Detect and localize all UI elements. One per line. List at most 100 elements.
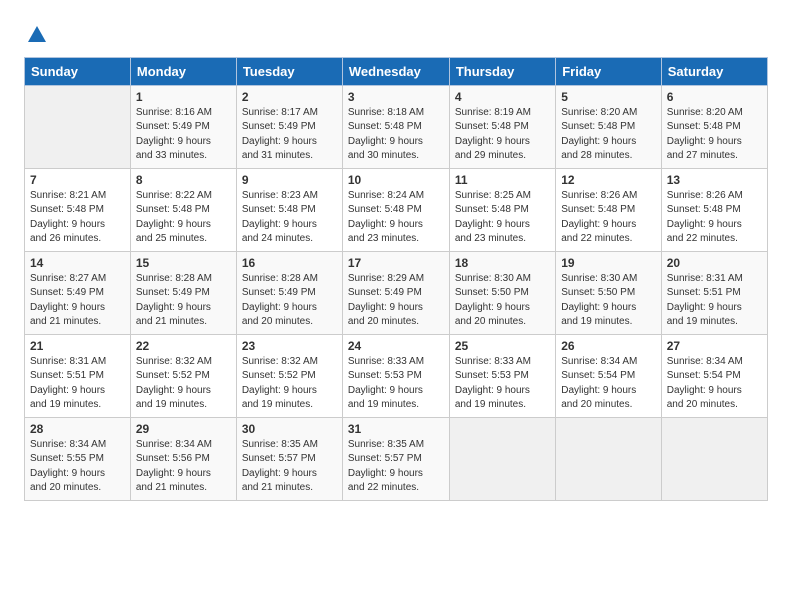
day-number: 2 xyxy=(242,90,337,104)
day-number: 9 xyxy=(242,173,337,187)
weekday-header-tuesday: Tuesday xyxy=(236,57,342,85)
page: SundayMondayTuesdayWednesdayThursdayFrid… xyxy=(0,0,792,521)
day-number: 6 xyxy=(667,90,762,104)
day-info: Sunrise: 8:18 AMSunset: 5:48 PMDaylight:… xyxy=(348,106,444,164)
day-info: Sunrise: 8:28 AMSunset: 5:49 PMDaylight:… xyxy=(242,272,337,330)
day-number: 11 xyxy=(455,173,550,187)
day-info: Sunrise: 8:30 AMSunset: 5:50 PMDaylight:… xyxy=(561,272,656,330)
day-number: 23 xyxy=(242,339,337,353)
calendar-cell: 16Sunrise: 8:28 AMSunset: 5:49 PMDayligh… xyxy=(236,251,342,334)
day-info: Sunrise: 8:27 AMSunset: 5:49 PMDaylight:… xyxy=(30,272,125,330)
day-info: Sunrise: 8:34 AMSunset: 5:56 PMDaylight:… xyxy=(136,438,231,496)
calendar-cell: 6 Sunrise: 8:20 AMSunset: 5:48 PMDaylight… xyxy=(661,85,767,168)
day-number: 15 xyxy=(136,256,231,270)
calendar-cell: 5Sunrise: 8:20 AMSunset: 5:48 PMDaylight… xyxy=(556,85,662,168)
week-row-2: 14 Sunrise: 8:27 AMSunset: 5:49 PMDayligh… xyxy=(25,251,768,334)
day-number: 29 xyxy=(136,422,231,436)
day-info: Sunrise: 8:32 AMSunset: 5:52 PMDaylight:… xyxy=(136,355,231,413)
day-number: 31 xyxy=(348,422,444,436)
weekday-header-sunday: Sunday xyxy=(25,57,131,85)
calendar-cell: 4 Sunrise: 8:19 AMSunset: 5:48 PMDaylight… xyxy=(449,85,555,168)
calendar-cell: 28 Sunrise: 8:34 AMSunset: 5:55 PMDayligh… xyxy=(25,417,131,500)
day-info: Sunrise: 8:35 AMSunset: 5:57 PMDaylight:… xyxy=(348,438,444,496)
day-number: 28 xyxy=(30,422,125,436)
day-info: Sunrise: 8:34 AMSunset: 5:55 PMDaylight:… xyxy=(30,438,125,496)
day-number: 12 xyxy=(561,173,656,187)
day-info: Sunrise: 8:34 AMSunset: 5:54 PMDaylight:… xyxy=(667,355,762,413)
calendar-cell: 29 Sunrise: 8:34 AMSunset: 5:56 PMDayligh… xyxy=(130,417,236,500)
week-row-1: 7 Sunrise: 8:21 AMSunset: 5:48 PMDaylight… xyxy=(25,168,768,251)
day-info: Sunrise: 8:30 AMSunset: 5:50 PMDaylight:… xyxy=(455,272,550,330)
calendar-cell: 27 Sunrise: 8:34 AMSunset: 5:54 PMDayligh… xyxy=(661,334,767,417)
calendar-cell: 23Sunrise: 8:32 AMSunset: 5:52 PMDayligh… xyxy=(236,334,342,417)
calendar-cell: 20Sunrise: 8:31 AMSunset: 5:51 PMDayligh… xyxy=(661,251,767,334)
day-info: Sunrise: 8:23 AMSunset: 5:48 PMDaylight:… xyxy=(242,189,337,247)
day-number: 22 xyxy=(136,339,231,353)
weekday-header-friday: Friday xyxy=(556,57,662,85)
day-info: Sunrise: 8:22 AMSunset: 5:48 PMDaylight:… xyxy=(136,189,231,247)
day-info: Sunrise: 8:19 AMSunset: 5:48 PMDaylight:… xyxy=(455,106,550,164)
calendar-cell: 31 Sunrise: 8:35 AMSunset: 5:57 PMDayligh… xyxy=(342,417,449,500)
calendar-cell: 22 Sunrise: 8:32 AMSunset: 5:52 PMDayligh… xyxy=(130,334,236,417)
day-number: 30 xyxy=(242,422,337,436)
calendar-cell: 11 Sunrise: 8:25 AMSunset: 5:48 PMDayligh… xyxy=(449,168,555,251)
calendar-cell: 9 Sunrise: 8:23 AMSunset: 5:48 PMDaylight… xyxy=(236,168,342,251)
day-info: Sunrise: 8:33 AMSunset: 5:53 PMDaylight:… xyxy=(348,355,444,413)
day-number: 8 xyxy=(136,173,231,187)
weekday-header-monday: Monday xyxy=(130,57,236,85)
header xyxy=(24,20,768,51)
weekday-header-thursday: Thursday xyxy=(449,57,555,85)
day-number: 4 xyxy=(455,90,550,104)
calendar-cell: 24 Sunrise: 8:33 AMSunset: 5:53 PMDayligh… xyxy=(342,334,449,417)
logo xyxy=(24,24,48,51)
calendar-cell: 17Sunrise: 8:29 AMSunset: 5:49 PMDayligh… xyxy=(342,251,449,334)
day-number: 10 xyxy=(348,173,444,187)
day-info: Sunrise: 8:20 AMSunset: 5:48 PMDaylight:… xyxy=(667,106,762,164)
day-info: Sunrise: 8:24 AMSunset: 5:48 PMDaylight:… xyxy=(348,189,444,247)
day-info: Sunrise: 8:31 AMSunset: 5:51 PMDaylight:… xyxy=(30,355,125,413)
day-info: Sunrise: 8:33 AMSunset: 5:53 PMDaylight:… xyxy=(455,355,550,413)
day-info: Sunrise: 8:26 AMSunset: 5:48 PMDaylight:… xyxy=(667,189,762,247)
week-row-4: 28 Sunrise: 8:34 AMSunset: 5:55 PMDayligh… xyxy=(25,417,768,500)
day-number: 7 xyxy=(30,173,125,187)
calendar-cell: 12 Sunrise: 8:26 AMSunset: 5:48 PMDayligh… xyxy=(556,168,662,251)
day-number: 27 xyxy=(667,339,762,353)
calendar-cell xyxy=(25,85,131,168)
day-info: Sunrise: 8:26 AMSunset: 5:48 PMDaylight:… xyxy=(561,189,656,247)
day-number: 19 xyxy=(561,256,656,270)
weekday-header-row: SundayMondayTuesdayWednesdayThursdayFrid… xyxy=(25,57,768,85)
day-number: 17 xyxy=(348,256,444,270)
calendar-cell: 14 Sunrise: 8:27 AMSunset: 5:49 PMDayligh… xyxy=(25,251,131,334)
day-number: 14 xyxy=(30,256,125,270)
day-info: Sunrise: 8:20 AMSunset: 5:48 PMDaylight:… xyxy=(561,106,656,164)
calendar-cell xyxy=(449,417,555,500)
calendar-cell: 19 Sunrise: 8:30 AMSunset: 5:50 PMDayligh… xyxy=(556,251,662,334)
calendar-cell xyxy=(556,417,662,500)
weekday-header-saturday: Saturday xyxy=(661,57,767,85)
calendar-cell: 26Sunrise: 8:34 AMSunset: 5:54 PMDayligh… xyxy=(556,334,662,417)
calendar-cell: 18 Sunrise: 8:30 AMSunset: 5:50 PMDayligh… xyxy=(449,251,555,334)
calendar-cell: 30 Sunrise: 8:35 AMSunset: 5:57 PMDayligh… xyxy=(236,417,342,500)
calendar-table: SundayMondayTuesdayWednesdayThursdayFrid… xyxy=(24,57,768,501)
day-info: Sunrise: 8:17 AMSunset: 5:49 PMDaylight:… xyxy=(242,106,337,164)
calendar-cell: 15 Sunrise: 8:28 AMSunset: 5:49 PMDayligh… xyxy=(130,251,236,334)
day-info: Sunrise: 8:25 AMSunset: 5:48 PMDaylight:… xyxy=(455,189,550,247)
calendar-cell: 3Sunrise: 8:18 AMSunset: 5:48 PMDaylight… xyxy=(342,85,449,168)
week-row-3: 21 Sunrise: 8:31 AMSunset: 5:51 PMDayligh… xyxy=(25,334,768,417)
day-info: Sunrise: 8:16 AMSunset: 5:49 PMDaylight:… xyxy=(136,106,231,164)
calendar-cell xyxy=(661,417,767,500)
day-number: 18 xyxy=(455,256,550,270)
day-info: Sunrise: 8:28 AMSunset: 5:49 PMDaylight:… xyxy=(136,272,231,330)
day-info: Sunrise: 8:21 AMSunset: 5:48 PMDaylight:… xyxy=(30,189,125,247)
calendar-cell: 1Sunrise: 8:16 AMSunset: 5:49 PMDaylight… xyxy=(130,85,236,168)
calendar-cell: 25Sunrise: 8:33 AMSunset: 5:53 PMDayligh… xyxy=(449,334,555,417)
calendar-cell: 10 Sunrise: 8:24 AMSunset: 5:48 PMDayligh… xyxy=(342,168,449,251)
day-number: 13 xyxy=(667,173,762,187)
logo-icon xyxy=(26,24,48,46)
week-row-0: 1Sunrise: 8:16 AMSunset: 5:49 PMDaylight… xyxy=(25,85,768,168)
day-info: Sunrise: 8:35 AMSunset: 5:57 PMDaylight:… xyxy=(242,438,337,496)
day-number: 24 xyxy=(348,339,444,353)
calendar-cell: 13 Sunrise: 8:26 AMSunset: 5:48 PMDayligh… xyxy=(661,168,767,251)
day-number: 26 xyxy=(561,339,656,353)
day-number: 21 xyxy=(30,339,125,353)
